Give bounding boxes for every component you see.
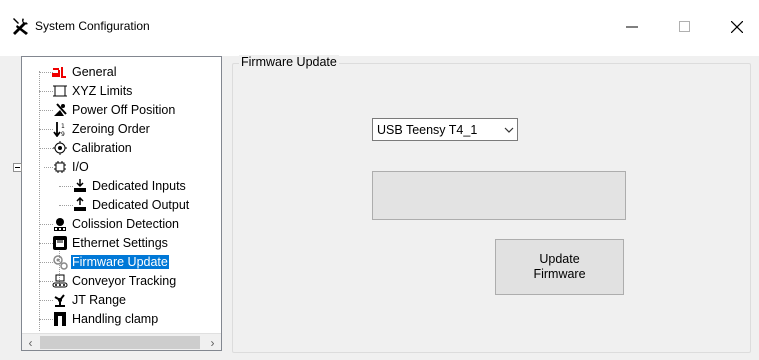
tree-item-jt-range[interactable]: JT Range [52, 290, 127, 309]
tree-item-label: Ethernet Settings [72, 235, 168, 250]
tree-item-colission-detection[interactable]: Colission Detection [52, 214, 180, 233]
tree-item-xyz-limits[interactable]: XYZ Limits [52, 81, 133, 100]
tree-item-conveyor-tracking[interactable]: Conveyor Tracking [52, 271, 177, 290]
input-icon [72, 178, 88, 194]
chevron-down-icon [501, 127, 517, 133]
zeroing-order-icon: 19 [52, 121, 68, 137]
tree-item-label: XYZ Limits [72, 83, 133, 98]
ethernet-icon [52, 235, 68, 251]
io-icon [52, 159, 68, 175]
svg-text:9: 9 [61, 131, 65, 137]
output-icon [72, 196, 88, 213]
tools-icon [11, 16, 31, 36]
tree-item-calibration[interactable]: Calibration [52, 138, 133, 157]
window-title: System Configuration [35, 19, 150, 33]
port-select-value: USB Teensy T4_1 [377, 122, 478, 137]
gears-icon [52, 254, 68, 270]
svg-text:1: 1 [61, 123, 65, 130]
title-bar[interactable]: System Configuration [0, 0, 759, 56]
tree-item-power-off-position[interactable]: Power Off Position [52, 100, 176, 119]
status-display-box [372, 171, 626, 220]
tree-item-firmware-update[interactable]: Firmware Update [52, 252, 169, 271]
power-off-icon [52, 102, 68, 118]
update-firmware-button[interactable]: Update Firmware [495, 239, 624, 295]
tree-horizontal-scrollbar[interactable]: ‹ › [22, 333, 221, 350]
tree-item-zeroing-order[interactable]: 19 Zeroing Order [52, 119, 151, 138]
tree-item-dedicated-inputs[interactable]: Dedicated Inputs [72, 176, 187, 195]
tree-item-label: Calibration [72, 140, 132, 155]
tree-item-handling-clamp[interactable]: Handling clamp [52, 309, 159, 328]
calibration-icon [52, 140, 68, 156]
tree-item-label: Dedicated Inputs [92, 178, 186, 193]
tree-item-label: Power Off Position [72, 102, 176, 117]
maximize-button[interactable] [662, 10, 708, 46]
tree-item-label: General [72, 64, 117, 79]
scroll-right-icon[interactable]: › [204, 334, 221, 351]
close-icon [730, 20, 744, 36]
tree-item-label: JT Range [72, 292, 126, 307]
conveyor-icon [52, 273, 68, 289]
minimize-button[interactable] [609, 10, 655, 46]
tree-item-label: I/O [72, 159, 89, 174]
system-configuration-window: System Configuration General XYZ Limits … [0, 0, 759, 360]
maximize-icon [679, 20, 691, 36]
minimize-icon [626, 21, 638, 36]
tree-item-label: Dedicated Output [92, 197, 190, 212]
scroll-left-icon[interactable]: ‹ [22, 334, 39, 351]
general-icon [52, 64, 68, 80]
tree-item-label: Handling clamp [72, 311, 159, 326]
collision-icon [52, 216, 68, 232]
close-button[interactable] [714, 10, 759, 46]
tree-item-label: Colission Detection [72, 216, 179, 231]
tree-item-label: Firmware Update [71, 254, 169, 269]
clamp-icon [52, 311, 68, 327]
tree-item-dedicated-output[interactable]: Dedicated Output [72, 195, 190, 214]
tree-item-ethernet-settings[interactable]: Ethernet Settings [52, 233, 169, 252]
group-title: Firmware Update [239, 55, 339, 69]
tree-item-io[interactable]: I/O [52, 157, 90, 176]
port-select[interactable]: USB Teensy T4_1 [372, 118, 518, 141]
tree-item-label: Conveyor Tracking [72, 273, 177, 288]
tree-item-general[interactable]: General [52, 62, 117, 81]
jt-range-icon [52, 292, 68, 308]
xyz-limits-icon [52, 83, 68, 99]
tree-item-label: Zeroing Order [72, 121, 150, 136]
scrollbar-thumb[interactable] [40, 336, 200, 349]
io-expander-toggle[interactable] [13, 163, 22, 172]
